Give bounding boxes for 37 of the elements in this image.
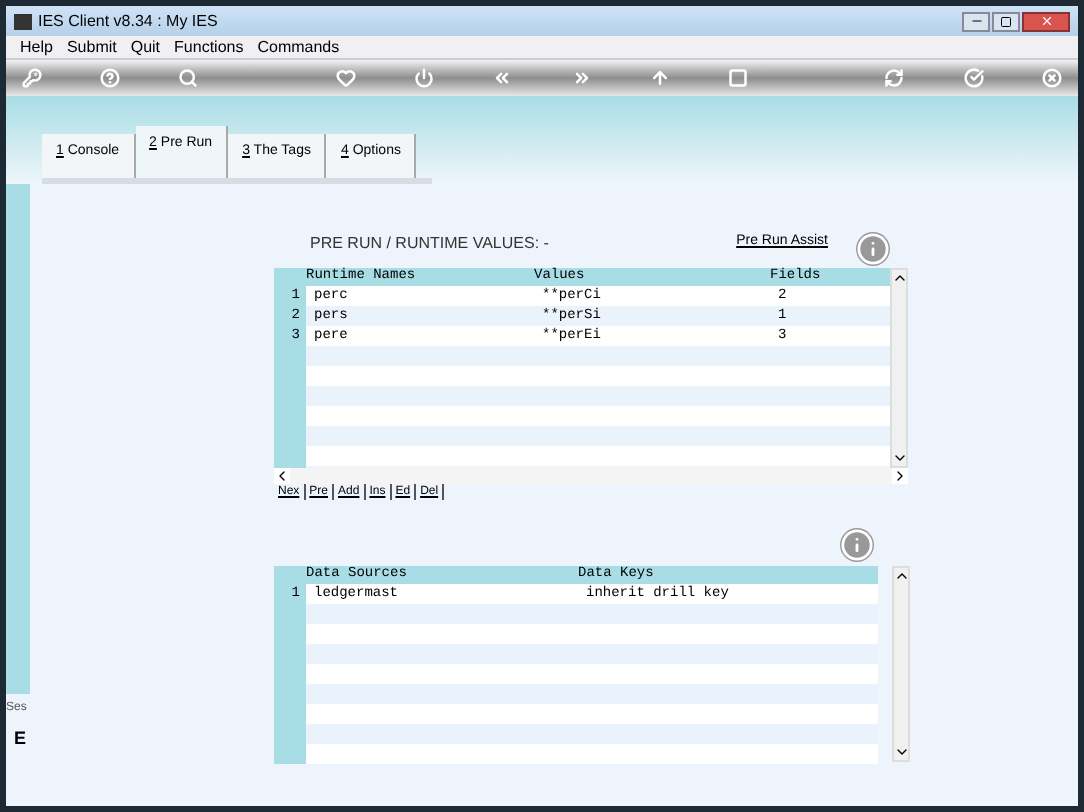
window-title: IES Client v8.34 : My IES [38, 9, 218, 33]
vertical-scrollbar[interactable] [890, 268, 908, 468]
app-icon [14, 13, 32, 29]
menu-item[interactable]: Commands [257, 35, 340, 59]
search-icon[interactable] [178, 68, 199, 88]
menu-item[interactable]: Quit [130, 35, 161, 59]
maximize-button[interactable] [992, 11, 1020, 31]
close-button[interactable] [1022, 11, 1070, 31]
power-icon[interactable] [414, 68, 435, 88]
menu-item[interactable]: Functions [174, 35, 244, 59]
key-icon[interactable] [22, 68, 42, 88]
scroll-down-icon[interactable] [894, 744, 910, 760]
up-arrow-icon[interactable] [649, 68, 670, 88]
refresh-icon[interactable] [884, 68, 905, 88]
info-icon[interactable] [840, 528, 874, 562]
scroll-up-icon[interactable] [892, 270, 908, 286]
menu-item[interactable]: Help [20, 35, 53, 59]
vertical-scrollbar[interactable] [892, 566, 910, 762]
heart-icon[interactable] [335, 68, 356, 88]
close-icon[interactable] [1041, 68, 1062, 88]
check-icon[interactable] [963, 68, 984, 88]
section-heading: PRE RUN / RUNTIME VALUES: - [310, 231, 549, 255]
double-right-arrow-icon[interactable] [571, 68, 592, 88]
maximize-icon [1000, 15, 1012, 27]
scroll-down-icon[interactable] [892, 450, 908, 466]
scroll-left-icon[interactable] [274, 468, 290, 484]
square-icon[interactable] [727, 68, 748, 88]
side-label: E [12, 726, 29, 752]
menu-item[interactable]: Submit [66, 35, 117, 59]
double-left-arrow-icon[interactable] [492, 68, 513, 88]
close-icon [1039, 14, 1053, 28]
help-icon[interactable] [100, 68, 121, 88]
scroll-up-icon[interactable] [894, 568, 910, 584]
minimize-button[interactable] [962, 11, 990, 31]
minimize-icon [969, 14, 983, 28]
horizontal-scrollbar[interactable] [274, 468, 908, 484]
scroll-right-icon[interactable] [892, 468, 908, 484]
